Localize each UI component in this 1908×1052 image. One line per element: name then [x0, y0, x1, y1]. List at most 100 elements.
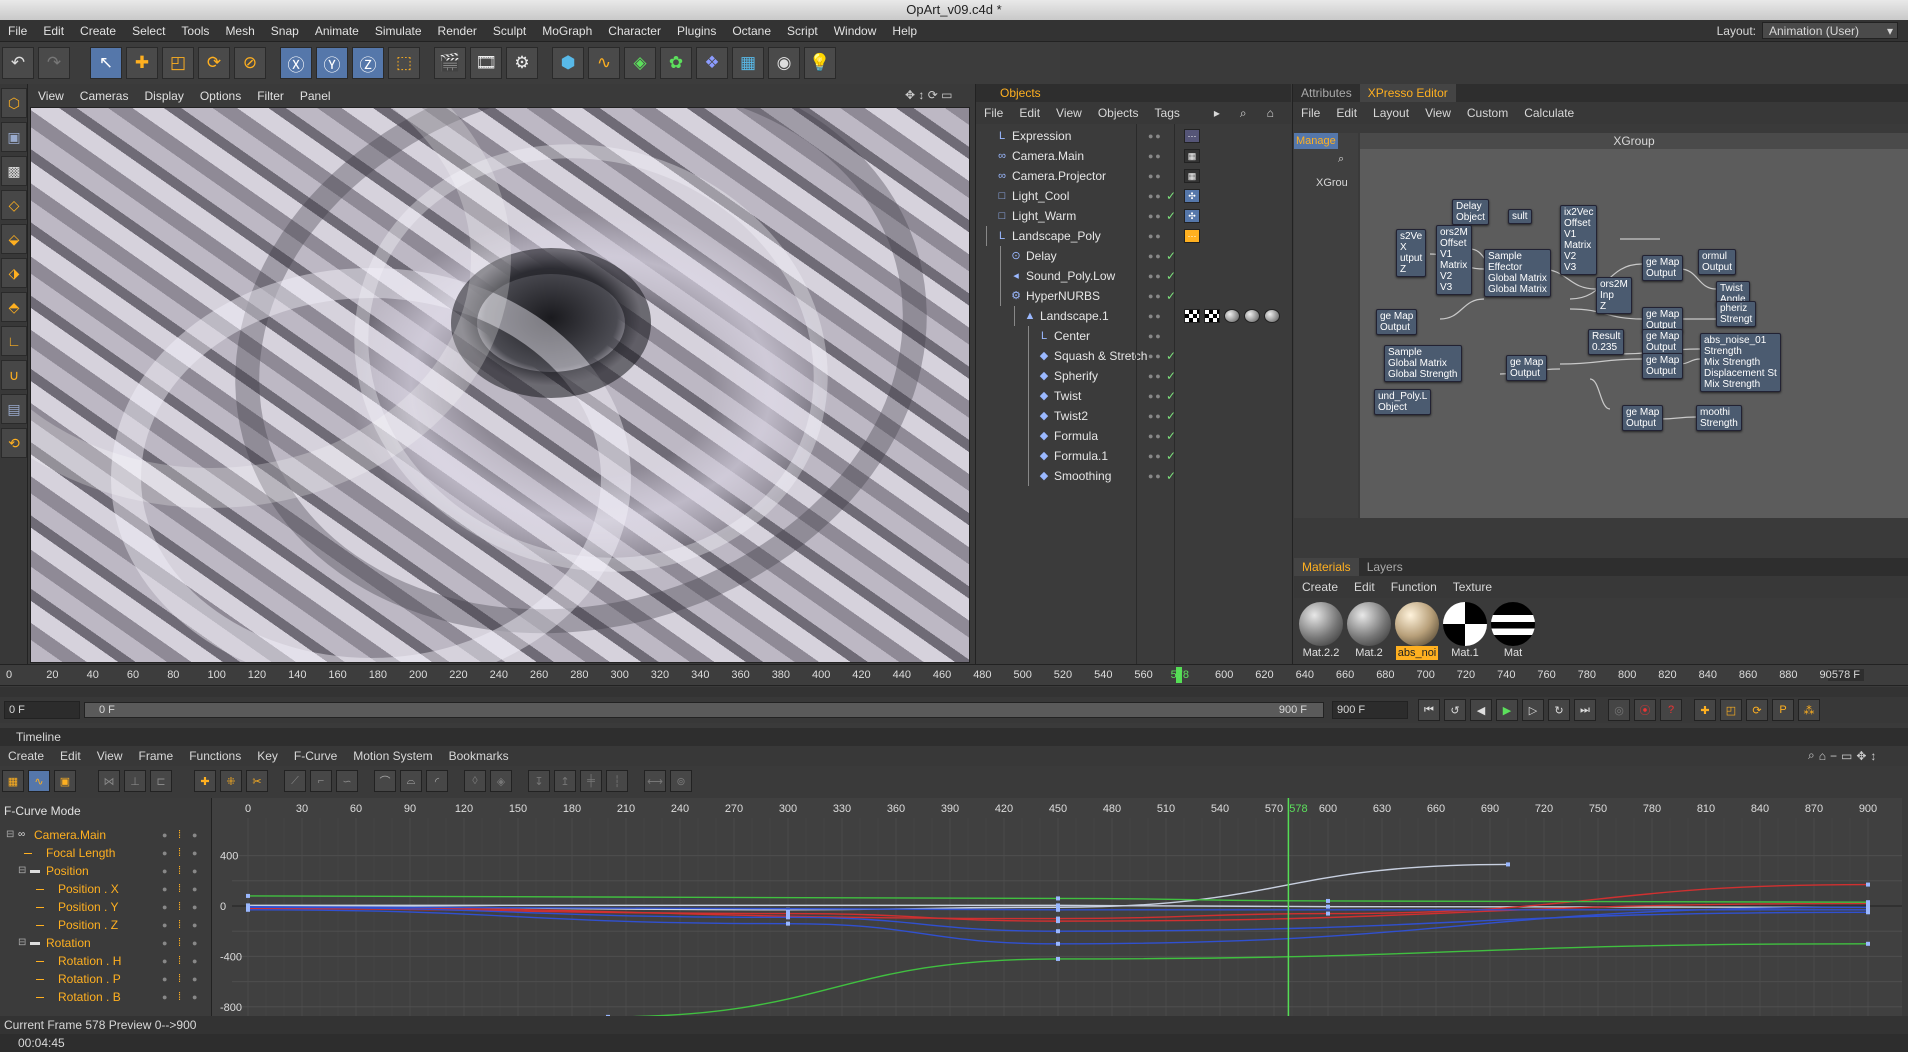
separate-icon[interactable]: ┆	[606, 770, 628, 792]
live-selection-icon[interactable]: ↖	[90, 47, 122, 79]
menu-create[interactable]: Create	[72, 20, 124, 42]
texture-mode-icon[interactable]: ▩	[1, 156, 27, 186]
track-row[interactable]: ⊟ ∞ Camera.Main ● ⁞ ●	[0, 826, 211, 844]
track-row[interactable]: Rotation . H ● ⁞ ●	[0, 952, 211, 970]
objects-menu-view[interactable]: View	[1048, 102, 1090, 124]
play-arrow-icon[interactable]: ▸	[1206, 106, 1228, 120]
track-solo-dot-icon[interactable]: ●	[192, 934, 197, 952]
track-keyable-icon[interactable]: ⁞	[178, 970, 181, 988]
right-tab-xpresso-editor[interactable]: XPresso Editor	[1359, 84, 1456, 102]
object-tag-icon[interactable]: ▦	[1184, 169, 1200, 183]
track-solo-dot-icon[interactable]: ●	[192, 844, 197, 862]
menu-simulate[interactable]: Simulate	[367, 20, 430, 42]
track-lock-dot-icon[interactable]: ●	[162, 934, 167, 952]
materials-menu-texture[interactable]: Texture	[1445, 576, 1500, 598]
cut-icon[interactable]: ╪	[580, 770, 602, 792]
xpresso-node[interactable]: Delay Object	[1452, 199, 1489, 225]
materials-menu-create[interactable]: Create	[1294, 576, 1346, 598]
xpresso-menu-view[interactable]: View	[1417, 102, 1459, 124]
x-axis-icon[interactable]: Ⓧ	[280, 47, 312, 79]
key-position-icon[interactable]: ✚	[1694, 699, 1716, 721]
lock-workplane-icon[interactable]: ⟲	[1, 428, 27, 458]
xpresso-node[interactable]: ge Map Output	[1376, 309, 1418, 335]
coordinate-system-icon[interactable]: ⬚	[388, 47, 420, 79]
objects-menu-file[interactable]: File	[976, 102, 1011, 124]
object-row[interactable]: ◆ Spherify ● ● ✓	[976, 366, 1291, 386]
rotate-view-icon[interactable]: ⟳	[928, 88, 938, 102]
home-icon[interactable]: ⌂	[1259, 106, 1282, 120]
autokey-icon[interactable]: ⦿	[1634, 699, 1656, 721]
track-lock-dot-icon[interactable]: ●	[162, 880, 167, 898]
z-axis-icon[interactable]: Ⓩ	[352, 47, 384, 79]
viewport-menu-filter[interactable]: Filter	[249, 86, 292, 106]
3d-viewport[interactable]	[30, 107, 970, 663]
render-settings-icon[interactable]: ⚙	[506, 47, 538, 79]
xpresso-menu-custom[interactable]: Custom	[1459, 102, 1516, 124]
objects-menu-objects[interactable]: Objects	[1090, 102, 1147, 124]
track-solo-dot-icon[interactable]: ●	[192, 826, 197, 844]
objects-menu-edit[interactable]: Edit	[1011, 102, 1048, 124]
lock-value-icon[interactable]: ⊏	[150, 770, 172, 792]
track-row[interactable]: Focal Length ● ⁞ ●	[0, 844, 211, 862]
timeline-menu-bookmarks[interactable]: Bookmarks	[441, 746, 517, 766]
layout-dropdown[interactable]: Animation (User) ▾	[1762, 22, 1898, 39]
timeline-menu-create[interactable]: Create	[0, 746, 52, 766]
materials-menu-function[interactable]: Function	[1383, 576, 1445, 598]
start-frame-field[interactable]: 0 F	[4, 701, 80, 719]
cube-icon[interactable]: ⬢	[552, 47, 584, 79]
object-row[interactable]: ◆ Smoothing ● ● ✓	[976, 466, 1291, 486]
xpresso-node[interactable]: pheriz Strengt	[1716, 301, 1757, 327]
go-to-start-icon[interactable]: ⏮	[1418, 699, 1440, 721]
material-item[interactable]: Mat.2.2	[1298, 602, 1344, 660]
preview-range-slider[interactable]: 0 F 900 F	[84, 702, 1324, 718]
object-row[interactable]: □ Light_Warm ● ● ✓ ✣	[976, 206, 1291, 226]
linear-interp-icon[interactable]: ⟋	[284, 770, 306, 792]
xpresso-menu-file[interactable]: File	[1293, 102, 1328, 124]
visibility-dots-icon[interactable]: ● ●	[1148, 171, 1172, 181]
track-solo-dot-icon[interactable]: ●	[192, 952, 197, 970]
xpresso-node[interactable]: ors2M Inp Z	[1596, 277, 1632, 314]
menu-snap[interactable]: Snap	[263, 20, 307, 42]
track-keyable-icon[interactable]: ⁞	[178, 862, 181, 880]
xgroup-tree-item[interactable]: XGrou	[1316, 177, 1348, 189]
rotate-icon[interactable]: ⟳	[198, 47, 230, 79]
visibility-dots-icon[interactable]: ● ●	[1148, 331, 1172, 341]
track-keyable-icon[interactable]: ⁞	[178, 880, 181, 898]
polygons-mode-icon[interactable]: ⬘	[1, 292, 27, 322]
track-row[interactable]: ⊟ ▬ Position ● ⁞ ●	[0, 862, 211, 880]
track-keyable-icon[interactable]: ⁞	[178, 934, 181, 952]
array-icon[interactable]: ✿	[660, 47, 692, 79]
checker-tag-icon[interactable]	[1184, 309, 1200, 323]
dopesheet-mode-icon[interactable]: ▦	[2, 770, 24, 792]
previous-frame-icon[interactable]: ◀	[1470, 699, 1492, 721]
track-lock-dot-icon[interactable]: ●	[162, 844, 167, 862]
redo-icon[interactable]: ↷	[38, 47, 70, 79]
sphere-tag-icon[interactable]	[1244, 309, 1260, 323]
go-to-end-icon[interactable]: ⏭	[1574, 699, 1596, 721]
track-lock-dot-icon[interactable]: ●	[162, 826, 167, 844]
track-lock-dot-icon[interactable]: ●	[162, 898, 167, 916]
objects-menu-tags[interactable]: Tags	[1147, 102, 1188, 124]
ease-in-icon[interactable]: ⌓	[400, 770, 422, 792]
break-tangent-icon[interactable]: ↥	[554, 770, 576, 792]
visibility-dots-icon[interactable]: ● ●	[1148, 231, 1172, 241]
visibility-dots-icon[interactable]: ● ●	[1148, 311, 1172, 321]
timeline-menu-edit[interactable]: Edit	[52, 746, 89, 766]
timeline-menu-functions[interactable]: Functions	[181, 746, 249, 766]
ripple-icon[interactable]: ⊚	[670, 770, 692, 792]
y-axis-icon[interactable]: Ⓨ	[316, 47, 348, 79]
xpresso-node[interactable]: moothi Strength	[1696, 405, 1742, 431]
key-parameter-icon[interactable]: P	[1772, 699, 1794, 721]
viewport-menu-view[interactable]: View	[30, 86, 72, 106]
menu-octane[interactable]: Octane	[724, 20, 779, 42]
viewport-menu-cameras[interactable]: Cameras	[72, 86, 137, 106]
track-row[interactable]: Position . X ● ⁞ ●	[0, 880, 211, 898]
menu-select[interactable]: Select	[124, 20, 173, 42]
search-icon[interactable]: ⌕	[1808, 748, 1815, 763]
track-solo-dot-icon[interactable]: ●	[192, 916, 197, 934]
timeline-menu-f-curve[interactable]: F-Curve	[286, 746, 345, 766]
track-lock-dot-icon[interactable]: ●	[162, 916, 167, 934]
right-tab-attributes[interactable]: Attributes	[1293, 84, 1360, 102]
key-scale-icon[interactable]: ◰	[1720, 699, 1742, 721]
fcurve-mode-icon[interactable]: ∿	[28, 770, 50, 792]
